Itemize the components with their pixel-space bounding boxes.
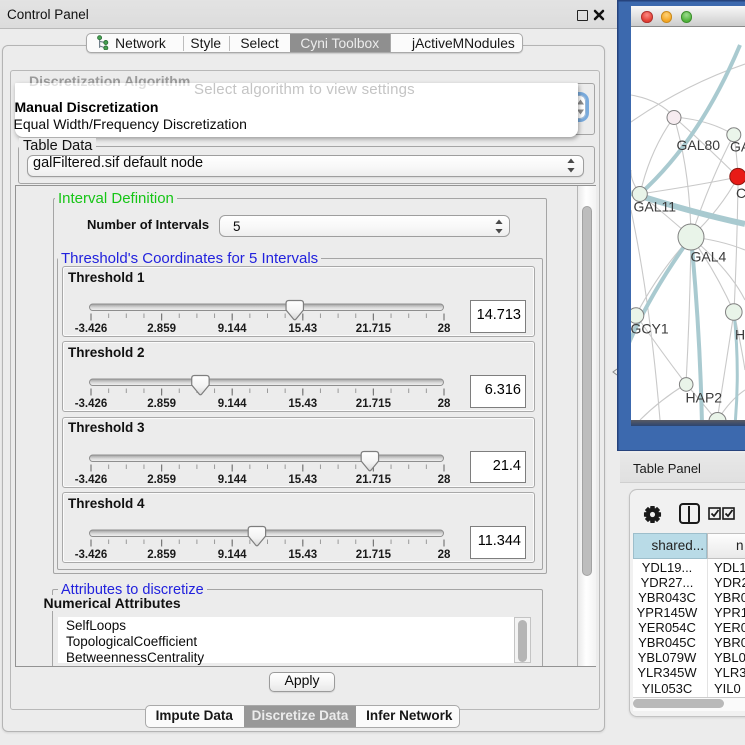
svg-text:9.144: 9.144 xyxy=(218,323,247,335)
svg-text:15.43: 15.43 xyxy=(288,398,317,410)
svg-text:15.43: 15.43 xyxy=(288,549,317,561)
svg-text:GAL80: GAL80 xyxy=(677,137,721,153)
svg-text:9.144: 9.144 xyxy=(218,474,247,486)
svg-text:21.715: 21.715 xyxy=(356,323,392,335)
svg-text:2.859: 2.859 xyxy=(147,398,176,410)
svg-text:28: 28 xyxy=(438,323,451,335)
svg-text:CD: CD xyxy=(736,185,745,201)
svg-text:H: H xyxy=(735,327,745,343)
svg-text:28: 28 xyxy=(438,474,451,486)
svg-text:-3.426: -3.426 xyxy=(75,474,108,486)
svg-text:21.715: 21.715 xyxy=(356,549,392,561)
svg-text:GCY1: GCY1 xyxy=(631,321,669,337)
svg-text:21.715: 21.715 xyxy=(356,398,392,410)
svg-text:2.859: 2.859 xyxy=(147,549,176,561)
svg-text:15.43: 15.43 xyxy=(288,474,317,486)
svg-text:HAP2: HAP2 xyxy=(686,390,723,406)
svg-text:28: 28 xyxy=(438,549,451,561)
svg-text:GA: GA xyxy=(730,139,745,155)
svg-text:28: 28 xyxy=(438,398,451,410)
svg-text:-3.426: -3.426 xyxy=(75,323,108,335)
svg-text:9.144: 9.144 xyxy=(218,398,247,410)
svg-text:2.859: 2.859 xyxy=(147,474,176,486)
svg-text:GAL11: GAL11 xyxy=(634,199,677,215)
svg-text:21.715: 21.715 xyxy=(356,474,392,486)
svg-text:-3.426: -3.426 xyxy=(75,549,108,561)
svg-text:2.859: 2.859 xyxy=(147,323,176,335)
svg-text:9.144: 9.144 xyxy=(218,549,247,561)
svg-text:GAL4: GAL4 xyxy=(691,249,727,265)
svg-text:15.43: 15.43 xyxy=(288,323,317,335)
svg-text:-3.426: -3.426 xyxy=(75,398,108,410)
